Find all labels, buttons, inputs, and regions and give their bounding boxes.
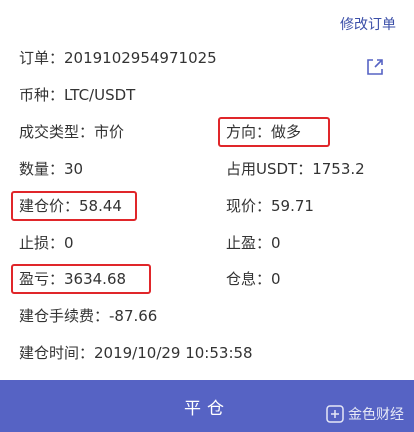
open-price: 建仓价：58.44 — [19, 197, 122, 215]
open-fee: 建仓手续费：-87.66 — [19, 307, 158, 325]
order-number: 订单：2019102954971025 — [19, 49, 217, 67]
modify-order-link[interactable]: 修改订单 — [340, 14, 396, 34]
trade-type: 成交类型：市价 — [19, 123, 125, 141]
watermark-text: 金色财经 — [348, 407, 404, 423]
share-icon[interactable] — [364, 56, 386, 78]
current-price: 现价：59.71 — [226, 197, 314, 215]
take-profit: 止盈：0 — [226, 234, 281, 252]
open-time: 建仓时间：2019/10/29 10:53:58 — [19, 344, 253, 362]
profit-loss: 盈亏：3634.68 — [19, 270, 127, 288]
watermark-logo-icon — [326, 405, 344, 423]
stop-loss: 止损：0 — [19, 234, 74, 252]
currency-pair: 币种：LTC/USDT — [19, 86, 136, 104]
watermark: 金色财经 — [326, 404, 404, 424]
quantity: 数量：30 — [19, 160, 84, 178]
usdt-used: 占用USDT：1753.2 — [226, 160, 365, 178]
direction: 方向：做多 — [226, 123, 302, 141]
interest: 仓息：0 — [226, 270, 281, 288]
